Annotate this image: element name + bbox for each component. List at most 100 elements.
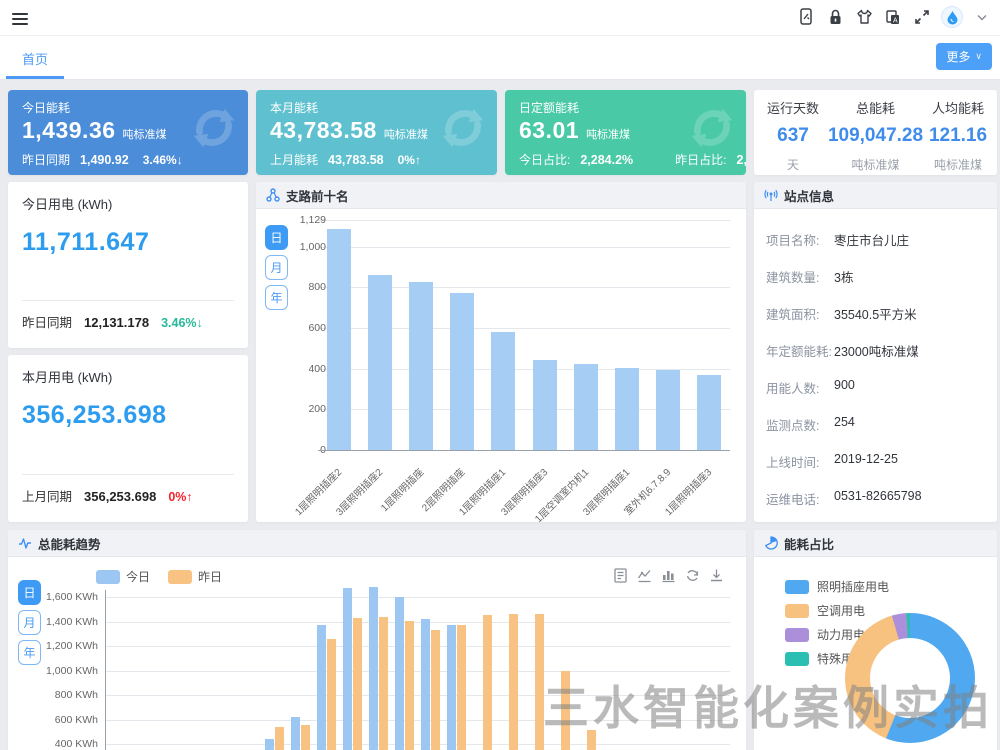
- site-row-label: 用能人数:: [766, 382, 819, 396]
- trend-gridline: [105, 622, 730, 623]
- trend-ytick: 1,200 KWh: [8, 640, 98, 652]
- trend-bar-yesterday-6: [275, 727, 284, 750]
- trend-bar-yesterday-12: [431, 630, 440, 750]
- legend-swatch: [785, 604, 809, 618]
- site-info-row-4: 用能人数: 900: [766, 378, 989, 397]
- trend-gridline: [105, 671, 730, 672]
- tab-bar: 首页 更多∨: [0, 36, 1000, 80]
- share-legend-item-1[interactable]: 空调用电: [785, 602, 865, 619]
- trend-gridline: [105, 744, 730, 745]
- kpi-footer-value: 43,783.58: [328, 153, 384, 167]
- pie-chart-icon: [764, 536, 778, 550]
- kpi-unit: 吨标准煤: [586, 126, 630, 142]
- kpi-unit: 吨标准煤: [123, 126, 167, 142]
- site-row-value: 900: [834, 378, 855, 392]
- lock-icon[interactable]: [825, 6, 845, 28]
- trend-ytick: 1,400 KWh: [8, 616, 98, 628]
- compare-value: 356,253.698: [84, 489, 156, 504]
- fullscreen-icon[interactable]: [912, 6, 932, 28]
- site-row-label: 项目名称:: [766, 234, 819, 248]
- trend-bar-today-6: [265, 739, 274, 750]
- site-info-row-1: 建筑数量:3栋: [766, 267, 989, 286]
- user-menu-chevron-icon[interactable]: [972, 6, 992, 28]
- kpi-card-today-energy: 今日能耗 1,439.36吨标准煤 昨日同期1,490.923.46%↓: [8, 90, 248, 175]
- branch-ytick: 400: [308, 363, 326, 375]
- kpi-footer-delta: 3.46%↓: [143, 153, 183, 167]
- more-button[interactable]: 更多∨: [936, 43, 992, 70]
- compare-value: 12,131.178: [84, 315, 149, 330]
- electricity-value: 11,711.647: [22, 228, 149, 257]
- legend-label: 空调用电: [817, 602, 865, 619]
- kpi-card-daily-quota: 日定额能耗 63.01吨标准煤 今日占比:2,284.2% 昨日占比:2,366…: [505, 90, 746, 175]
- site-row-value: 2019-12-25: [834, 452, 898, 466]
- user-avatar[interactable]: [941, 6, 963, 28]
- today-electricity-card: 今日用电 (kWh) 11,711.647 昨日同期 12,131.178 3.…: [8, 182, 248, 348]
- trend-bar-yesterday-10: [379, 617, 388, 750]
- kpi-value: 1,439.36: [22, 117, 116, 144]
- stat-per-capita-energy: 人均能耗 121.16 吨标准煤: [925, 98, 991, 167]
- branch-ytick: 600: [308, 322, 326, 334]
- branch-gridline: [318, 220, 730, 221]
- refresh-watermark-icon: [437, 102, 489, 157]
- branch-ytick: 800: [308, 281, 326, 293]
- kpi-title: 日定额能耗: [519, 99, 579, 116]
- mobile-icon[interactable]: [796, 6, 816, 28]
- panel-title: 站点信息: [784, 186, 834, 205]
- refresh-watermark-icon: [686, 102, 738, 157]
- share-legend-item-0[interactable]: 照明插座用电: [785, 578, 889, 595]
- trend-bar-yesterday-9: [353, 618, 362, 750]
- stat-total-energy: 总能耗 109,047.28 吨标准煤: [826, 98, 925, 167]
- branch-bar-7: [615, 368, 639, 450]
- site-info-row-6: 上线时间: 2019-12-25: [766, 452, 989, 471]
- branch-ytick: 1,129: [300, 214, 326, 226]
- trend-bar-chart: 1,600 KWh1,400 KWh1,200 KWh1,000 KWh800 …: [8, 530, 746, 750]
- share-legend-item-2[interactable]: 动力用电: [785, 626, 865, 643]
- refresh-watermark-icon: [188, 102, 240, 157]
- site-row-value: 35540.5平方米: [834, 304, 917, 323]
- copy-language-icon[interactable]: A: [883, 6, 903, 28]
- trend-gridline: [105, 597, 730, 598]
- trend-ytick: 600 KWh: [8, 714, 98, 726]
- branch-bar-5: [533, 360, 557, 450]
- divider: [22, 300, 234, 301]
- site-info-row-7: 运维电话:0531-82665798: [766, 489, 989, 508]
- site-row-value: 23000吨标准煤: [834, 341, 919, 360]
- legend-label: 照明插座用电: [817, 578, 889, 595]
- branch-icon: [266, 188, 280, 202]
- energy-trend-panel: 总能耗趋势 日月年 今日昨日 1,600 KWh1,400 KWh1,200 K…: [8, 530, 746, 750]
- trend-bar-today-7: [291, 717, 300, 750]
- kpi-footer-value: 2,284.2%: [580, 153, 633, 167]
- theme-skin-icon[interactable]: [854, 6, 874, 28]
- menu-toggle-icon[interactable]: [12, 10, 28, 24]
- more-caret-icon: ∨: [975, 51, 982, 62]
- site-row-value: 0531-82665798: [834, 489, 922, 503]
- tab-active-indicator: [6, 76, 64, 79]
- site-row-value: 3栋: [834, 267, 853, 286]
- kpi-footer-delta: 0%↑: [398, 153, 421, 167]
- stat-running-days: 运行天数 637 天: [760, 98, 826, 167]
- top-bar: A: [0, 0, 1000, 36]
- trend-bar-yesterday-7: [301, 725, 310, 750]
- trend-gridline: [105, 720, 730, 721]
- branch-bar-8: [656, 370, 680, 450]
- site-row-label: 建筑面积:: [766, 308, 819, 322]
- site-info-row-5: 监测点数:254: [766, 415, 989, 434]
- kpi-value: 63.01: [519, 117, 579, 144]
- trend-bar-today-9: [343, 588, 352, 750]
- tab-home[interactable]: 首页: [6, 36, 64, 80]
- kpi-footer-label: 昨日同期: [22, 151, 70, 168]
- month-electricity-card: 本月用电 (kWh) 356,253.698 上月同期 356,253.698 …: [8, 355, 248, 522]
- antenna-icon: [764, 188, 778, 202]
- site-row-label: 上线时间:: [766, 456, 819, 470]
- trend-bar-today-13: [447, 625, 456, 750]
- legend-swatch: [785, 580, 809, 594]
- trend-bar-today-10: [369, 587, 378, 750]
- trend-bar-today-12: [421, 619, 430, 750]
- kpi-unit: 吨标准煤: [384, 126, 428, 142]
- branch-bar-0: [327, 229, 351, 450]
- site-info-panel: 站点信息 项目名称:枣庄市台儿庄建筑数量:3栋建筑面积:35540.5平方米年定…: [754, 182, 997, 522]
- branch-x-axis: [318, 450, 730, 451]
- branch-bar-4: [491, 332, 515, 450]
- site-row-label: 年定额能耗:: [766, 345, 832, 359]
- branch-bar-9: [697, 375, 721, 450]
